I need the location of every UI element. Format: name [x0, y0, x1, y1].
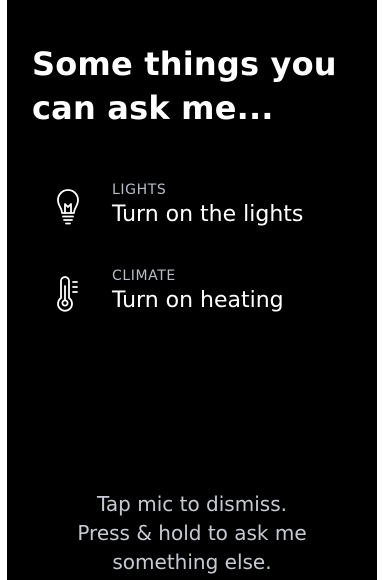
lightbulb-icon [55, 188, 81, 228]
suggestion-phrase: Turn on the lights [112, 202, 304, 227]
hint-line-3: something else. [112, 550, 272, 574]
hint-line-2: Press & hold to ask me [77, 521, 307, 545]
thermometer-icon [55, 274, 81, 314]
suggestion-lights[interactable]: LIGHTS Turn on the lights [55, 182, 355, 238]
hint-line-1: Tap mic to dismiss. [97, 492, 287, 516]
suggestion-category: LIGHTS [112, 182, 167, 198]
suggestion-category: CLIMATE [112, 268, 176, 284]
page-title: Some things you can ask me... [32, 42, 362, 130]
title-line-2: can ask me... [32, 89, 274, 127]
dismiss-hint: Tap mic to dismiss. Press & hold to ask … [7, 490, 377, 577]
title-line-1: Some things you [32, 45, 337, 83]
suggestion-phrase: Turn on heating [112, 288, 284, 313]
assistant-suggestions-screen: Some things you can ask me... LIGHTS Tur… [7, 0, 377, 580]
suggestion-climate[interactable]: CLIMATE Turn on heating [55, 268, 355, 324]
